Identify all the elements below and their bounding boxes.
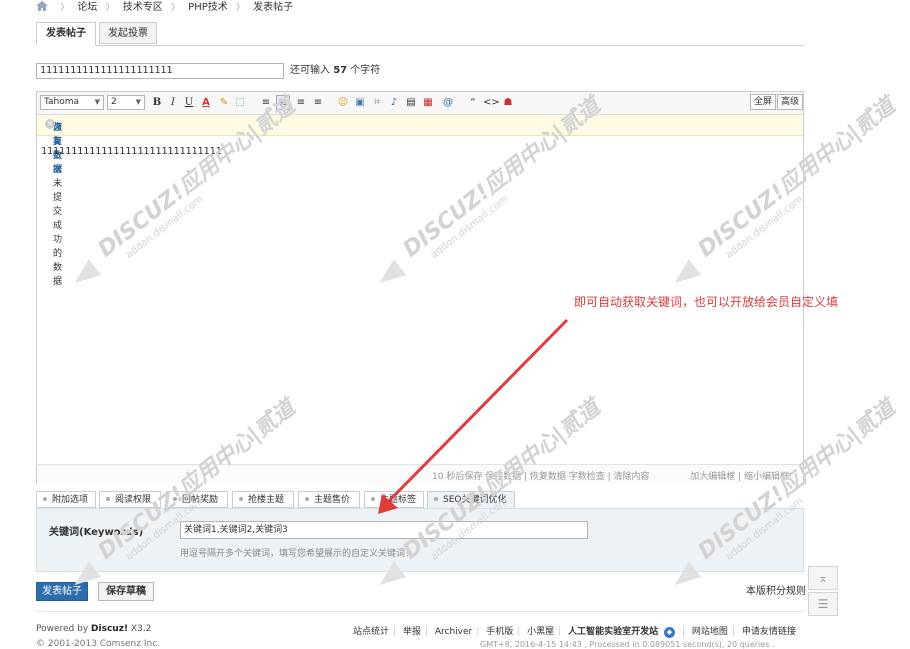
font-size-select[interactable]: 2 ▼ <box>107 95 145 110</box>
breadcrumb-php[interactable]: PHP技术 <box>188 2 228 13</box>
editor-toolbar: Tahoma ▼ 2 ▼ B I U A ✎ ⬚ ≡ ≡ ≡ ≡ ☺ ▣ ⌗ ♪ ▤… <box>37 92 803 115</box>
restore-notice: 您有上次未提交成功的数据 恢复数据 × <box>37 115 803 287</box>
footer-link-mobile[interactable]: 手机版 <box>486 627 513 637</box>
shield-icon: ◆ <box>663 627 675 638</box>
bold-button[interactable]: B <box>150 95 164 110</box>
align-right-icon[interactable]: ≡ <box>311 95 325 110</box>
post-type-tabs: 发表帖子 发起投票 <box>36 22 804 46</box>
footer-link-report[interactable]: 举报 <box>403 627 421 637</box>
subject-hint: 还可输入 57 个字符 <box>290 64 380 78</box>
at-icon[interactable]: @ <box>441 95 455 110</box>
seo-keywords-panel: 关键词(Keywords) 关键词1,关键词2,关键词3 用逗号隔开多个关键词，… <box>36 508 804 572</box>
publish-button[interactable]: 发表帖子 <box>36 582 88 601</box>
credit-rules-link[interactable]: 本版积分规则 <box>746 582 806 597</box>
text-color-button[interactable]: A <box>199 95 213 110</box>
copyright: © 2001-2013 Comsenz Inc. <box>36 639 161 649</box>
footer-processing-info: GMT+8, 2016-4-15 14:43 , Processed in 0.… <box>480 640 775 649</box>
footer-link-archiver[interactable]: Archiver <box>435 627 472 637</box>
autosave-status[interactable]: 10 秒后保存 保存数据 | 恢复数据 字数检查 | 清除内容 <box>432 469 650 482</box>
attachment-icon[interactable]: ⌗ <box>370 95 384 110</box>
chevron-down-icon: ▼ <box>135 98 141 106</box>
home-icon[interactable] <box>36 1 48 11</box>
divider <box>36 611 804 612</box>
align-left-icon[interactable]: ≡ <box>259 95 273 110</box>
subject-hint-prefix: 还可输入 <box>290 65 330 76</box>
quote-icon[interactable]: “ <box>466 95 480 110</box>
footer-link-stats[interactable]: 站点统计 <box>353 627 389 637</box>
version-text: X3.2 <box>130 624 152 634</box>
link-icon[interactable]: ⬚ <box>233 95 247 110</box>
list-icon[interactable]: ☰ <box>808 592 838 616</box>
annotation-text: 即可自动获取关键词，也可以开放给会员自定义填 <box>574 295 839 309</box>
fullscreen-button[interactable]: 全屏 <box>750 94 777 110</box>
align-center-icon[interactable]: ≡ <box>294 95 308 110</box>
subject-hint-suffix: 个字符 <box>350 65 381 76</box>
footer-link-ai-lab[interactable]: 人工智能实验室开发站 <box>568 627 658 637</box>
tab-new-post[interactable]: 发表帖子 <box>36 22 96 46</box>
close-icon[interactable]: × <box>45 119 55 129</box>
subject-input[interactable]: 1111111111111111111111 <box>36 63 284 79</box>
flash-icon[interactable]: ▦ <box>421 95 435 110</box>
footer-link-sitemap[interactable]: 网站地图 <box>692 627 728 637</box>
breadcrumb: 〉 论坛 〉 技术专区 〉 PHP技术 〉 发表帖子 <box>36 1 293 15</box>
tab-floor-thread[interactable]: 抢楼主题 <box>232 491 294 508</box>
video-icon[interactable]: ▤ <box>404 95 418 110</box>
chevron-down-icon: ▼ <box>94 98 100 106</box>
font-select[interactable]: Tahoma ▼ <box>40 95 104 110</box>
resize-editor-links[interactable]: 加大编辑框 | 缩小编辑框 <box>690 469 789 482</box>
underline-button[interactable]: U <box>182 95 196 110</box>
highlight-icon[interactable]: ✎ <box>217 95 231 110</box>
tab-reply-reward[interactable]: 回帖奖励 <box>166 491 228 508</box>
breadcrumb-separator: 〉 <box>105 3 115 13</box>
subject-remaining-count: 57 <box>333 65 348 76</box>
back-to-top-icon[interactable]: ⌅ <box>808 566 838 590</box>
italic-button[interactable]: I <box>166 95 180 110</box>
tab-read-permission[interactable]: 阅读权限 <box>99 491 161 508</box>
brand-link[interactable]: Discuz! <box>91 624 128 634</box>
code-icon[interactable]: <> <box>483 95 500 110</box>
tab-thread-tags[interactable]: 主题标签 <box>364 491 424 508</box>
breadcrumb-current: 发表帖子 <box>253 2 294 13</box>
footer-link-friend-link[interactable]: 申请友情链接 <box>742 627 796 637</box>
music-icon[interactable]: ♪ <box>387 95 401 110</box>
footer-links: 站点统计 | 举报 | Archiver | 手机版 | 小黑屋 | 人工智能实验室开发站… <box>353 627 796 638</box>
footer-link-blackroom[interactable]: 小黑屋 <box>527 627 554 637</box>
editor: Tahoma ▼ 2 ▼ B I U A ✎ ⬚ ≡ ≡ ≡ ≡ ☺ ▣ ⌗ ♪ ▤… <box>36 91 804 485</box>
breadcrumb-separator: 〉 <box>170 3 180 13</box>
tab-new-poll[interactable]: 发起投票 <box>99 22 157 44</box>
breadcrumb-separator: 〉 <box>235 3 245 13</box>
powered-prefix: Powered by <box>36 624 89 634</box>
tab-seo-keywords[interactable]: SEO关键词优化 <box>427 491 515 509</box>
breadcrumb-separator: 〉 <box>60 3 70 13</box>
smiley-icon[interactable]: ☺ <box>336 95 350 110</box>
tab-thread-price[interactable]: 主题售价 <box>298 491 360 508</box>
editor-content[interactable]: 111111111111111111111111111111 <box>41 146 222 157</box>
tab-extra-options[interactable]: 附加选项 <box>36 491 96 508</box>
advanced-mode-button[interactable]: 高级 <box>777 94 803 110</box>
keywords-input[interactable]: 关键词1,关键词2,关键词3 <box>180 521 588 539</box>
align-justify-icon[interactable]: ≡ <box>276 95 290 110</box>
powered-by: Powered by Discuz! X3.2 <box>36 624 151 634</box>
keywords-label: 关键词(Keywords) <box>49 527 144 538</box>
editor-statusbar: 10 秒后保存 保存数据 | 恢复数据 字数检查 | 清除内容 加大编辑框 | … <box>37 464 803 485</box>
hide-icon[interactable]: ☗ <box>501 95 515 110</box>
save-draft-button[interactable]: 保存草稿 <box>98 582 154 601</box>
keywords-hint: 用逗号隔开多个关键词，填写您希望展示的自定义关键词！ <box>180 549 415 559</box>
breadcrumb-forum[interactable]: 论坛 <box>77 2 97 13</box>
image-icon[interactable]: ▣ <box>353 95 367 110</box>
breadcrumb-tech[interactable]: 技术专区 <box>123 2 163 13</box>
